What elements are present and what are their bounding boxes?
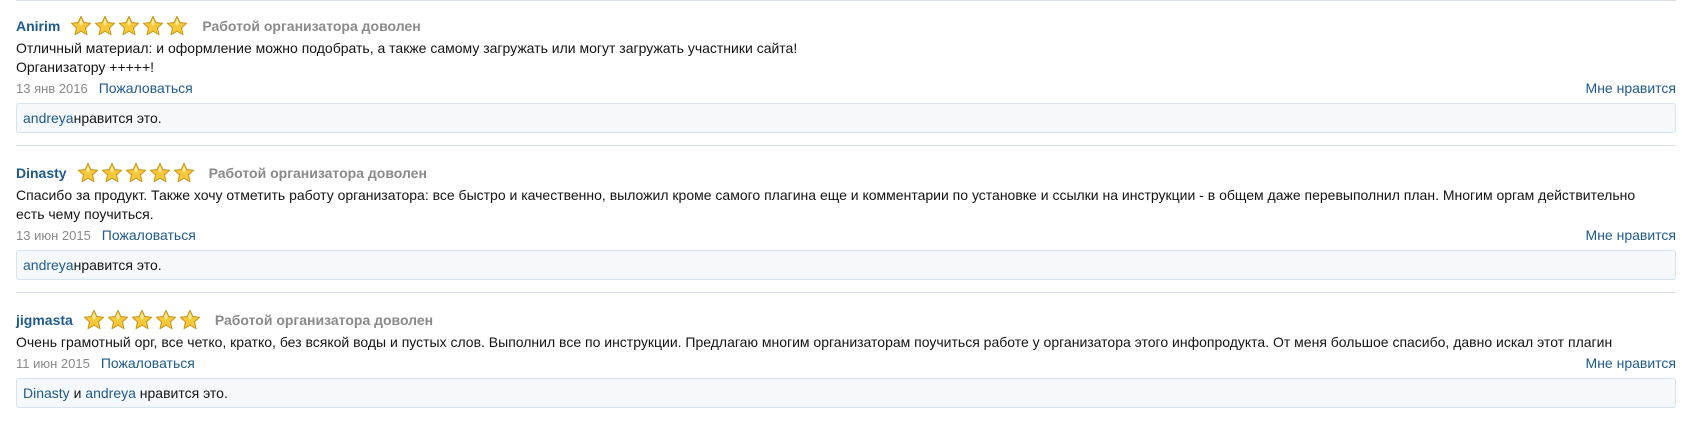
star-icon: [179, 309, 200, 330]
reviews-list: Anirim Работой организатора доволен Отли…: [16, 0, 1676, 420]
review-meta: 13 июн 2015 Пожаловаться Мне нравится: [16, 226, 1676, 244]
report-link[interactable]: Пожаловаться: [102, 227, 196, 243]
review-meta: 13 янв 2016 Пожаловаться Мне нравится: [16, 79, 1676, 97]
likes-summary: andreya нравится это.: [16, 250, 1676, 280]
review-item: Anirim Работой организатора доволен Отли…: [16, 13, 1676, 146]
rating-text: Работой организатора доволен: [202, 18, 421, 34]
like-link[interactable]: Мне нравится: [1586, 227, 1676, 243]
review-header: Anirim Работой организатора доволен: [16, 13, 1676, 39]
star-icon: [143, 15, 164, 36]
likes-suffix: нравится это.: [73, 257, 162, 273]
review-item: Dinasty Работой организатора доволен Спа…: [16, 160, 1676, 293]
star-icon: [173, 162, 194, 183]
star-icon: [71, 15, 92, 36]
liker-link[interactable]: andreya: [85, 385, 136, 401]
star-icon: [107, 309, 128, 330]
star-icon: [167, 15, 188, 36]
like-link[interactable]: Мне нравится: [1586, 355, 1676, 371]
review-header: jigmasta Работой организатора доволен: [16, 307, 1676, 333]
star-rating: [77, 162, 197, 184]
report-link[interactable]: Пожаловаться: [101, 355, 195, 371]
star-icon: [101, 162, 122, 183]
author-link[interactable]: jigmasta: [16, 312, 73, 328]
author-link[interactable]: Dinasty: [16, 165, 67, 181]
report-link[interactable]: Пожаловаться: [99, 80, 193, 96]
star-icon: [155, 309, 176, 330]
review-header: Dinasty Работой организатора доволен: [16, 160, 1676, 186]
star-icon: [83, 309, 104, 330]
likes-summary: Dinasty и andreya нравится это.: [16, 378, 1676, 408]
star-rating: [83, 309, 203, 331]
likes-summary: andreya нравится это.: [16, 103, 1676, 133]
star-icon: [77, 162, 98, 183]
likes-suffix: нравится это.: [135, 385, 228, 401]
review-text-line: Отличный материал: и оформление можно по…: [16, 40, 798, 56]
review-meta: 11 июн 2015 Пожаловаться Мне нравится: [16, 354, 1676, 372]
review-text: Очень грамотный орг, все четко, кратко, …: [16, 333, 1676, 352]
review-date: 13 янв 2016: [16, 80, 88, 96]
rating-text: Работой организатора доволен: [214, 312, 434, 328]
review-text: Отличный материал: и оформление можно по…: [16, 39, 1676, 77]
liker-link[interactable]: andreya: [23, 110, 74, 126]
liker-link[interactable]: andreya: [23, 257, 74, 273]
star-icon: [95, 15, 116, 36]
review-text: Спасибо за продукт. Также хочу отметить …: [16, 186, 1676, 224]
author-link[interactable]: Anirim: [16, 18, 60, 34]
review-item: jigmasta Работой организатора доволен Оч…: [16, 307, 1676, 420]
star-icon: [149, 162, 170, 183]
review-date: 13 июн 2015: [16, 227, 91, 243]
review-text-line: Организатору +++++!: [16, 59, 155, 75]
star-icon: [125, 162, 146, 183]
liker-link[interactable]: Dinasty: [23, 385, 70, 401]
likes-conjunction: и: [69, 385, 86, 401]
review-text-line: Очень грамотный орг, все четко, кратко, …: [16, 334, 1613, 350]
star-icon: [119, 15, 140, 36]
like-link[interactable]: Мне нравится: [1586, 80, 1676, 96]
rating-text: Работой организатора доволен: [208, 165, 427, 181]
review-text-line: Спасибо за продукт. Также хочу отметить …: [16, 187, 1636, 222]
star-icon: [131, 309, 152, 330]
star-rating: [70, 15, 190, 37]
likes-suffix: нравится это.: [73, 110, 162, 126]
divider: [16, 0, 1676, 1]
review-date: 11 июн 2015: [16, 355, 90, 371]
